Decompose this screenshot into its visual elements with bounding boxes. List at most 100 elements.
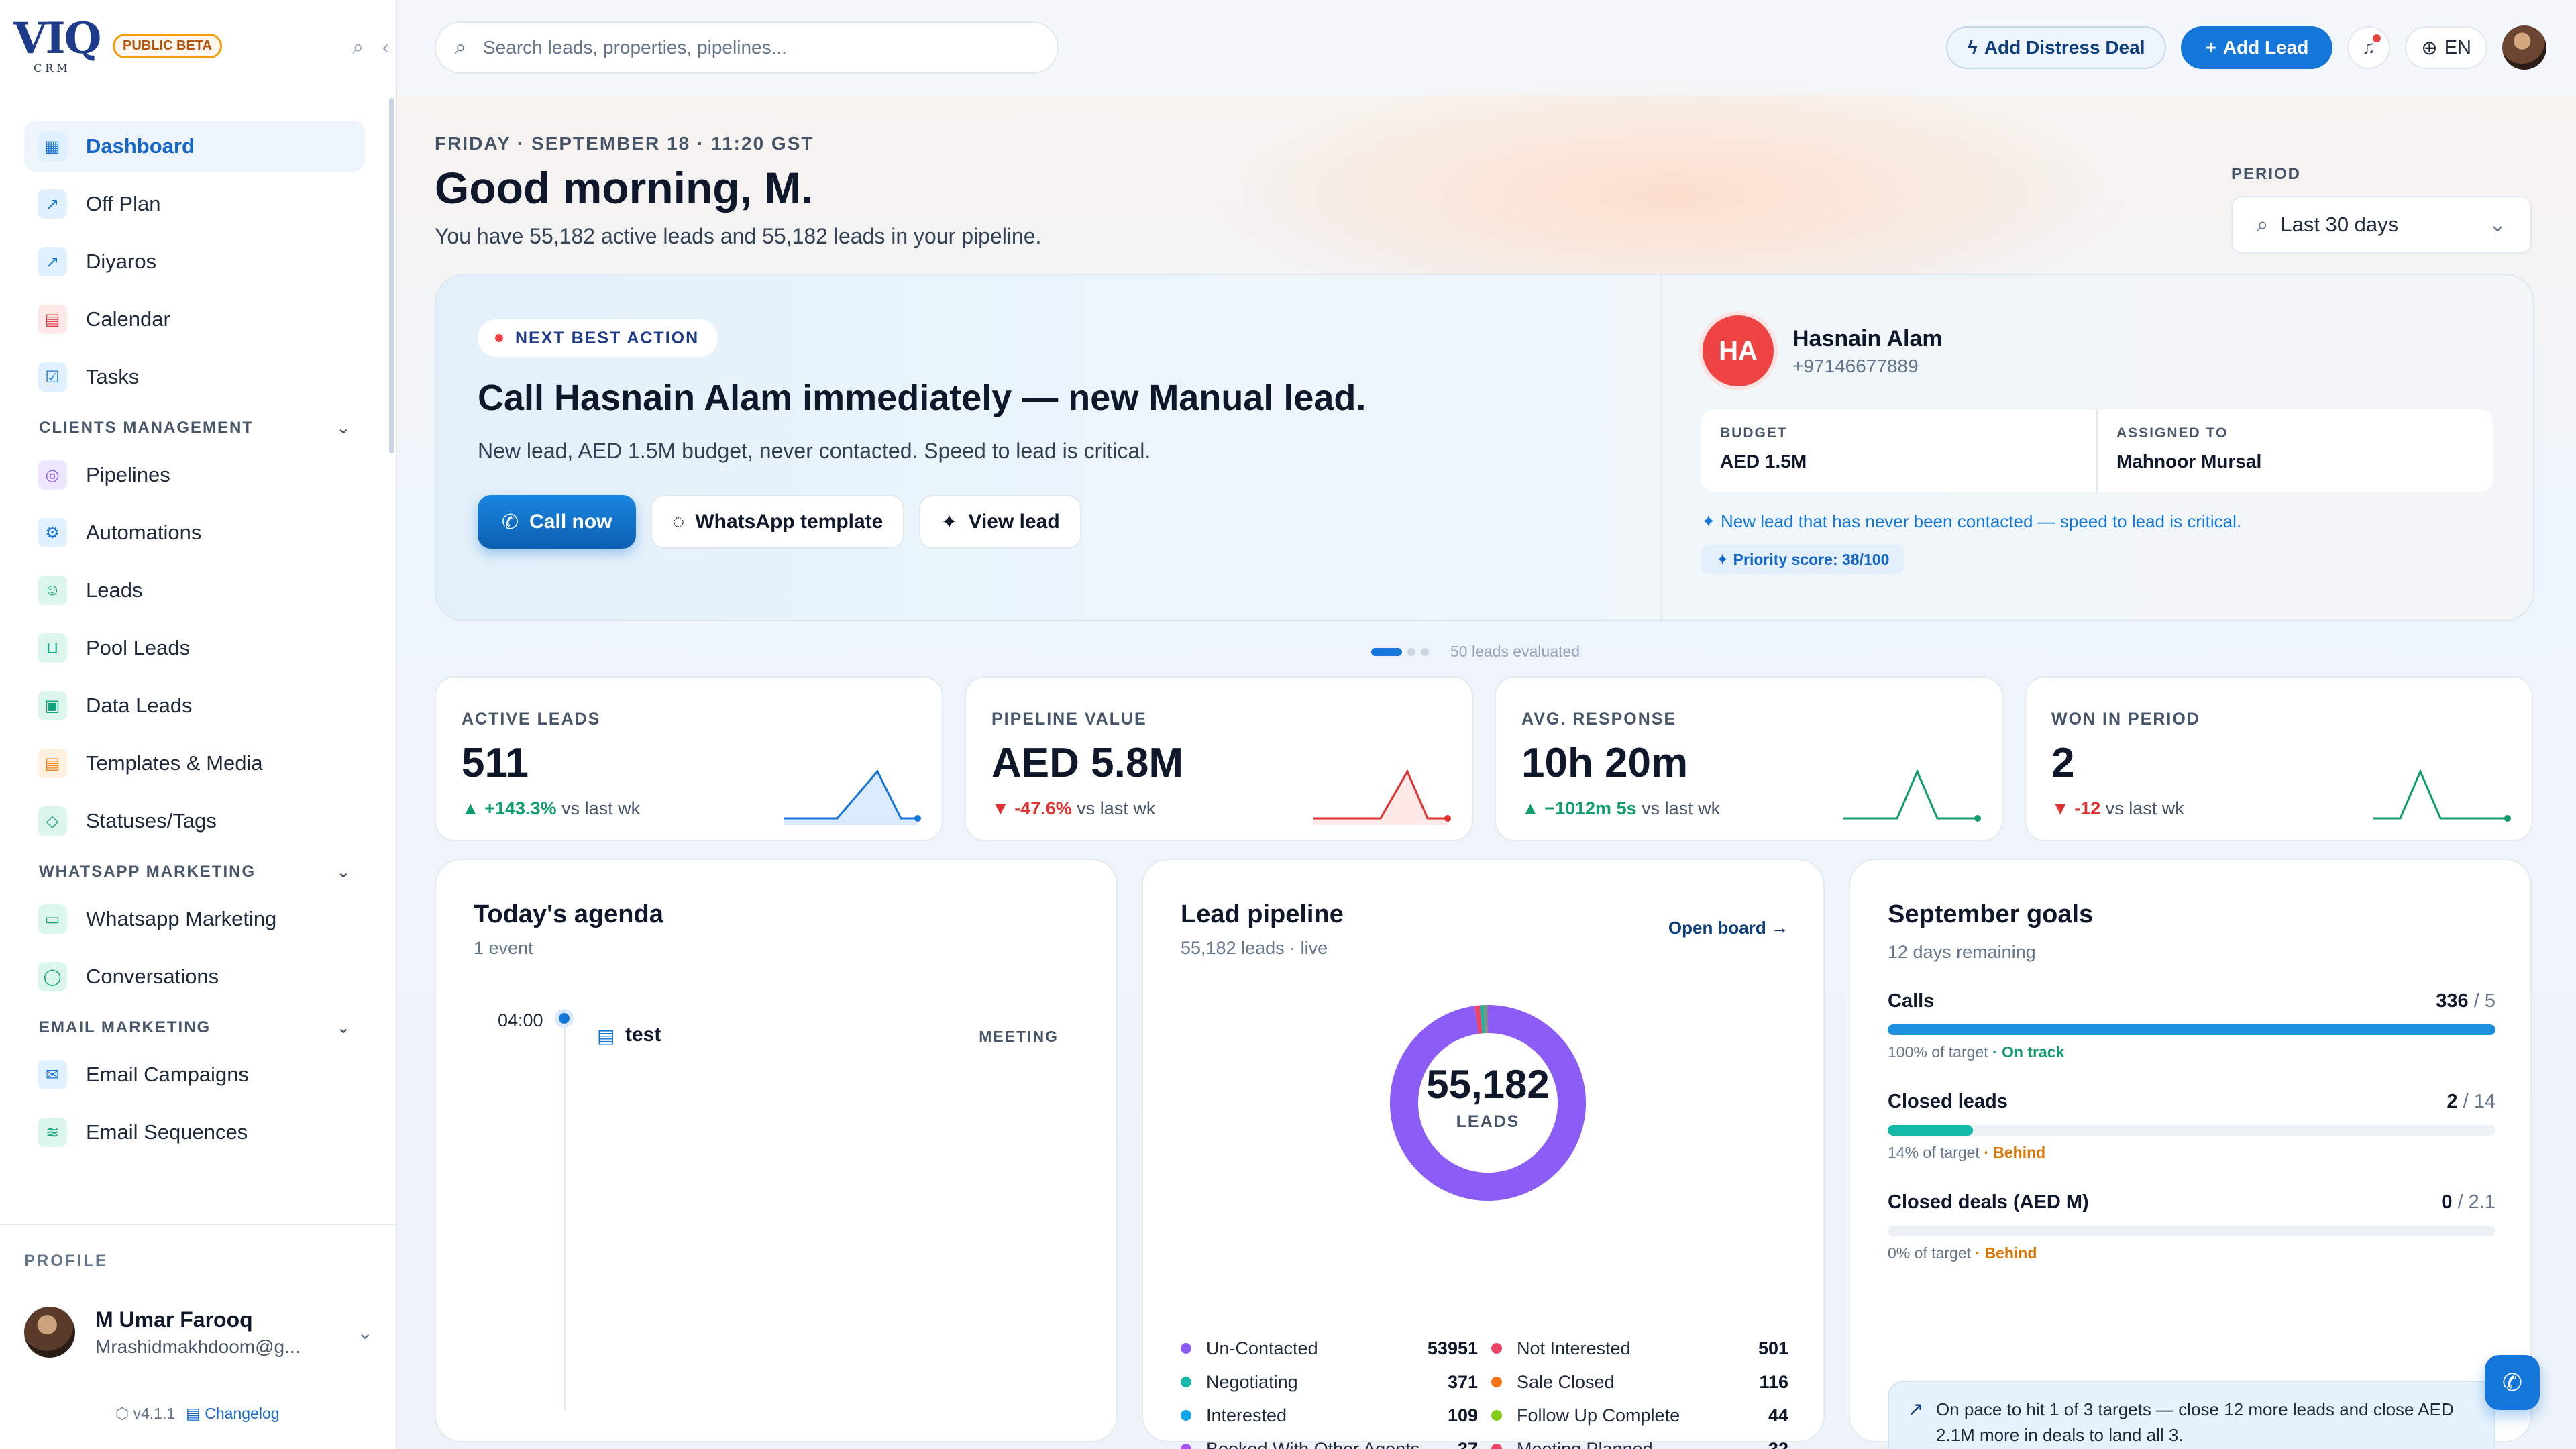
- section-email-marketing[interactable]: EMAIL MARKETING ⌄: [24, 1009, 365, 1046]
- sidebar-item-pipelines[interactable]: ◎ Pipelines: [24, 449, 365, 500]
- add-lead-button[interactable]: + Add Lead: [2181, 26, 2333, 69]
- kpi-delta: ▲ +143.3% vs last wk: [462, 798, 640, 819]
- legend-item[interactable]: Booked With Other Agents 37: [1181, 1436, 1478, 1449]
- sidebar-nav: ▦ Dashboard ↗ Off Plan ↗ Diyaros ▤ Calendar …: [24, 121, 365, 1208]
- kpi-value: 2: [2051, 740, 2075, 786]
- sidebar-item-conversations[interactable]: ◯ Conversations: [24, 951, 365, 1002]
- checkbox-icon: ☑: [38, 362, 67, 392]
- sidebar-item-label: Templates & Media: [86, 751, 263, 775]
- sidebar-item-label: Off Plan: [86, 192, 161, 215]
- notifications-button[interactable]: ♫: [2347, 26, 2391, 69]
- sparkline-area: [784, 771, 918, 825]
- kpi-card-active-leads[interactable]: ACTIVE LEADS 511 ▲ +143.3% vs last wk: [435, 676, 943, 841]
- legend-item[interactable]: Follow Up Complete 44: [1491, 1402, 1788, 1429]
- legend-item[interactable]: Negotiating 371: [1181, 1368, 1478, 1395]
- message-square-icon: ▭: [38, 904, 67, 934]
- trending-up-icon: ↗: [1908, 1399, 1924, 1419]
- legend-swatch: [1491, 1410, 1502, 1421]
- timeline-dot: [555, 1009, 574, 1028]
- add-distress-deal-button[interactable]: ϟ Add Distress Deal: [1946, 26, 2167, 69]
- carousel-dot[interactable]: [1407, 647, 1415, 656]
- legend-item[interactable]: Un-Contacted 53951: [1181, 1335, 1478, 1362]
- sidebar-item-leads[interactable]: ☺ Leads: [24, 565, 365, 616]
- period-select[interactable]: ⌕ Last 30 days ⌄: [2231, 196, 2532, 254]
- kpi-delta-suffix: vs last wk: [2105, 798, 2184, 818]
- goal-current: 336: [2436, 990, 2469, 1012]
- kpi-card-avg-response[interactable]: AVG. RESPONSE 10h 20m ▲ −1012m 5s vs las…: [1495, 676, 2003, 841]
- legend-item[interactable]: Sale Closed 116: [1491, 1368, 1788, 1395]
- search-icon: ⌕: [455, 36, 466, 58]
- kpi-label: PIPELINE VALUE: [991, 710, 1147, 729]
- section-whatsapp-marketing[interactable]: WHATSAPP MARKETING ⌄: [24, 853, 365, 891]
- sidebar-item-diyaros[interactable]: ↗ Diyaros: [24, 236, 365, 287]
- legend-swatch: [1181, 1343, 1191, 1354]
- sidebar-item-email-campaigns[interactable]: ✉ Email Campaigns: [24, 1049, 365, 1100]
- legend-count: 44: [1768, 1405, 1788, 1426]
- language-label: EN: [2444, 36, 2471, 58]
- carousel-dot[interactable]: [1421, 647, 1429, 656]
- legend-item[interactable]: Not Interested 501: [1491, 1335, 1788, 1362]
- lead-info-box: BUDGET AED 1.5M ASSIGNED TO Mahnoor Murs…: [1701, 409, 2493, 492]
- viq-crm-logo[interactable]: VIQ CRM: [13, 17, 121, 78]
- search-placeholder: Search leads, properties, pipelines...: [483, 37, 787, 58]
- sidebar-item-tasks[interactable]: ☑ Tasks: [24, 352, 365, 402]
- legend-label: Interested: [1206, 1405, 1287, 1426]
- floating-call-button[interactable]: ✆: [2485, 1355, 2540, 1410]
- sidebar-item-statuses-tags[interactable]: ◇ Statuses/Tags: [24, 796, 365, 847]
- kpi-card-pipeline-value[interactable]: PIPELINE VALUE AED 5.8M ▼ -47.6% vs last…: [965, 676, 1473, 841]
- sidebar-item-off-plan[interactable]: ↗ Off Plan: [24, 178, 365, 229]
- goal-status: · Behind: [1984, 1144, 2046, 1161]
- section-title: WHATSAPP MARKETING: [39, 863, 256, 881]
- sidebar-item-whatsapp-marketing[interactable]: ▭ Whatsapp Marketing: [24, 894, 365, 945]
- priority-score-badge: ✦ Priority score: 38/100: [1701, 545, 1904, 574]
- sparkline-line: [1843, 769, 1978, 820]
- logo-subtitle: CRM: [34, 62, 71, 74]
- legend-swatch: [1491, 1343, 1502, 1354]
- legend-item[interactable]: Meeting Planned 32: [1491, 1436, 1788, 1449]
- sidebar: VIQ CRM PUBLIC BETA ⌕ ‹ ▦ Dashboard ↗ Off …: [0, 0, 397, 1449]
- sidebar-scrollbar[interactable]: [389, 98, 394, 453]
- sparkline-end-point: [914, 815, 921, 822]
- carousel-dot-active[interactable]: [1371, 647, 1402, 656]
- user-avatar[interactable]: [2502, 25, 2546, 70]
- sidebar-item-data-leads[interactable]: ▣ Data Leads: [24, 680, 365, 731]
- contact-phone: +97146677889: [1792, 356, 1919, 376]
- view-lead-button[interactable]: ✦ View lead: [919, 495, 1081, 549]
- sidebar-item-dashboard[interactable]: ▦ Dashboard: [24, 121, 365, 172]
- legend-item[interactable]: Interested 109: [1181, 1402, 1478, 1429]
- document-icon: ▤: [186, 1405, 205, 1422]
- profile-card[interactable]: M Umar Farooq Mrashidmakhdoom@g... ⌄: [24, 1292, 373, 1373]
- kpi-card-won-in-period[interactable]: WON IN PERIOD 2 ▼ -12 vs last wk: [2025, 676, 2533, 841]
- collapse-sidebar-icon[interactable]: ‹: [382, 36, 389, 59]
- sidebar-item-automations[interactable]: ⚙ Automations: [24, 507, 365, 558]
- sidebar-item-calendar[interactable]: ▤ Calendar: [24, 294, 365, 345]
- goal-current: 2: [2447, 1091, 2458, 1112]
- kpi-label: ACTIVE LEADS: [462, 710, 601, 729]
- globe-icon: ⊕: [2421, 37, 2438, 59]
- search-icon[interactable]: ⌕: [352, 36, 364, 59]
- sidebar-item-label: Pool Leads: [86, 636, 191, 659]
- section-clients-management[interactable]: CLIENTS MANAGEMENT ⌄: [24, 409, 365, 447]
- sidebar-item-label: Calendar: [86, 307, 170, 331]
- whatsapp-template-button[interactable]: ◌ WhatsApp template: [651, 495, 905, 549]
- sidebar-item-email-sequences[interactable]: ≋ Email Sequences: [24, 1107, 365, 1158]
- sidebar-item-label: Leads: [86, 578, 143, 602]
- sidebar-item-label: Whatsapp Marketing: [86, 907, 277, 930]
- goal-status: · On track: [1992, 1043, 2065, 1061]
- contact-card-icon: ▣: [38, 691, 67, 720]
- open-board-link[interactable]: Open board →: [1668, 918, 1788, 938]
- search-input[interactable]: ⌕ Search leads, properties, pipelines...: [435, 21, 1059, 74]
- sidebar-item-label: Dashboard: [86, 134, 195, 158]
- kpi-delta: ▼ -12 vs last wk: [2051, 798, 2184, 819]
- goal-progress-bar: [1888, 1226, 2496, 1236]
- kpi-delta-suffix: vs last wk: [1077, 798, 1156, 818]
- sidebar-item-pool-leads[interactable]: ⊔ Pool Leads: [24, 623, 365, 674]
- language-selector[interactable]: ⊕ EN: [2405, 26, 2487, 69]
- public-beta-badge: PUBLIC BETA: [113, 34, 222, 58]
- call-now-button[interactable]: ✆ Call now: [478, 495, 637, 549]
- button-label: Add Distress Deal: [1984, 37, 2145, 58]
- button-label: View lead: [968, 511, 1060, 533]
- assigned-cell: ASSIGNED TO Mahnoor Mursal: [2096, 409, 2493, 492]
- sidebar-item-templates-media[interactable]: ▤ Templates & Media: [24, 738, 365, 789]
- changelog-link[interactable]: ▤ Changelog: [186, 1405, 279, 1423]
